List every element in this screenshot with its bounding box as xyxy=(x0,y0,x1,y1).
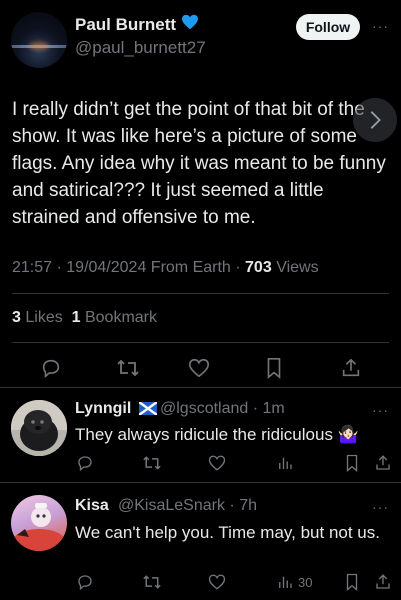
reply-icon[interactable] xyxy=(76,573,94,591)
bookmark-icon[interactable] xyxy=(264,357,284,379)
heart-icon[interactable] xyxy=(208,454,226,472)
display-name-text: Paul Burnett xyxy=(75,14,177,34)
retweet-icon[interactable] xyxy=(116,357,140,379)
reply-age: · 7h xyxy=(229,497,257,514)
divider xyxy=(12,293,389,294)
retweet-icon[interactable] xyxy=(142,573,162,591)
likes-count[interactable]: 3 xyxy=(12,309,21,326)
avatar[interactable] xyxy=(11,400,67,456)
reply-age: · 1m xyxy=(252,400,285,417)
reply-handle[interactable]: @KisaLeSnark xyxy=(118,497,225,514)
reply-text: We can't help you. Time may, but not us. xyxy=(75,523,380,542)
tweet-actions xyxy=(0,357,401,381)
dog-avatar-image xyxy=(11,400,67,456)
reply-author[interactable]: Lynngil 🏴󠁧󠁢󠁳󠁣󠁴󠁿 xyxy=(75,400,158,420)
tweet-date: 19/04/2024 xyxy=(66,259,147,276)
reply-handle[interactable]: @lgscotland xyxy=(160,400,248,417)
bookmark-icon[interactable] xyxy=(344,454,360,472)
avatar[interactable] xyxy=(11,12,67,68)
views-count: 30 xyxy=(298,575,313,590)
display-name[interactable]: Paul Burnett 💙 xyxy=(75,14,199,35)
blue-heart-icon xyxy=(181,14,199,35)
bookmarks-count[interactable]: 1 xyxy=(72,309,81,326)
reply-icon[interactable] xyxy=(76,454,94,472)
character-avatar-image xyxy=(13,503,65,551)
tweet-header: Paul Burnett 💙 @paul_burnett27 Follow ··… xyxy=(0,0,401,72)
more-icon[interactable]: ··· xyxy=(372,18,389,34)
tweet-source: From Earth xyxy=(150,259,231,276)
reply-display-name: Lynngil xyxy=(75,400,132,417)
tweet-time: 21:57 xyxy=(12,259,53,276)
avatar-glow xyxy=(29,42,49,50)
heart-icon[interactable] xyxy=(188,357,210,379)
reply-text: They always ridicule the ridiculous 🤷🏻‍♀… xyxy=(75,425,359,444)
divider xyxy=(12,342,389,343)
tweet-meta: 21:57 · 19/04/2024 From Earth · 703 View… xyxy=(12,259,319,276)
reply-handle-line: @KisaLeSnark · 7h xyxy=(118,497,257,515)
chevron-right-icon xyxy=(370,111,381,129)
reply-item[interactable]: Kisa @KisaLeSnark · 7h ··· We can't help… xyxy=(0,483,401,600)
reply-display-name[interactable]: Kisa xyxy=(75,497,109,515)
bookmarks-label[interactable]: Bookmark xyxy=(85,309,157,326)
reply-handle-line: @lgscotland · 1m xyxy=(160,400,285,418)
likes-label[interactable]: Likes xyxy=(25,309,62,326)
share-icon[interactable] xyxy=(374,454,392,472)
more-icon[interactable]: ··· xyxy=(372,402,389,418)
share-icon[interactable] xyxy=(340,357,362,379)
bookmark-icon[interactable] xyxy=(344,573,360,591)
views-icon[interactable] xyxy=(276,454,294,472)
tweet-text: I really didn’t get the point of that bi… xyxy=(12,99,386,228)
views-label: Views xyxy=(276,259,319,276)
heart-icon[interactable] xyxy=(208,573,226,591)
engagement-stats: 3 Likes 1 Bookmark xyxy=(12,309,157,327)
views-icon[interactable] xyxy=(276,573,294,591)
share-icon[interactable] xyxy=(374,573,392,591)
retweet-icon[interactable] xyxy=(142,454,162,472)
reply-item[interactable]: Lynngil 🏴󠁧󠁢󠁳󠁣󠁴󠁿 @lgscotland · 1m ··· The… xyxy=(0,388,401,482)
reply-icon[interactable] xyxy=(40,357,62,379)
more-icon[interactable]: ··· xyxy=(372,499,389,515)
next-arrow-button[interactable] xyxy=(353,98,397,142)
handle[interactable]: @paul_burnett27 xyxy=(75,38,206,58)
avatar[interactable] xyxy=(11,495,67,551)
scotland-flag-icon xyxy=(138,401,158,420)
views-count: 703 xyxy=(245,259,272,276)
follow-button[interactable]: Follow xyxy=(296,14,360,40)
